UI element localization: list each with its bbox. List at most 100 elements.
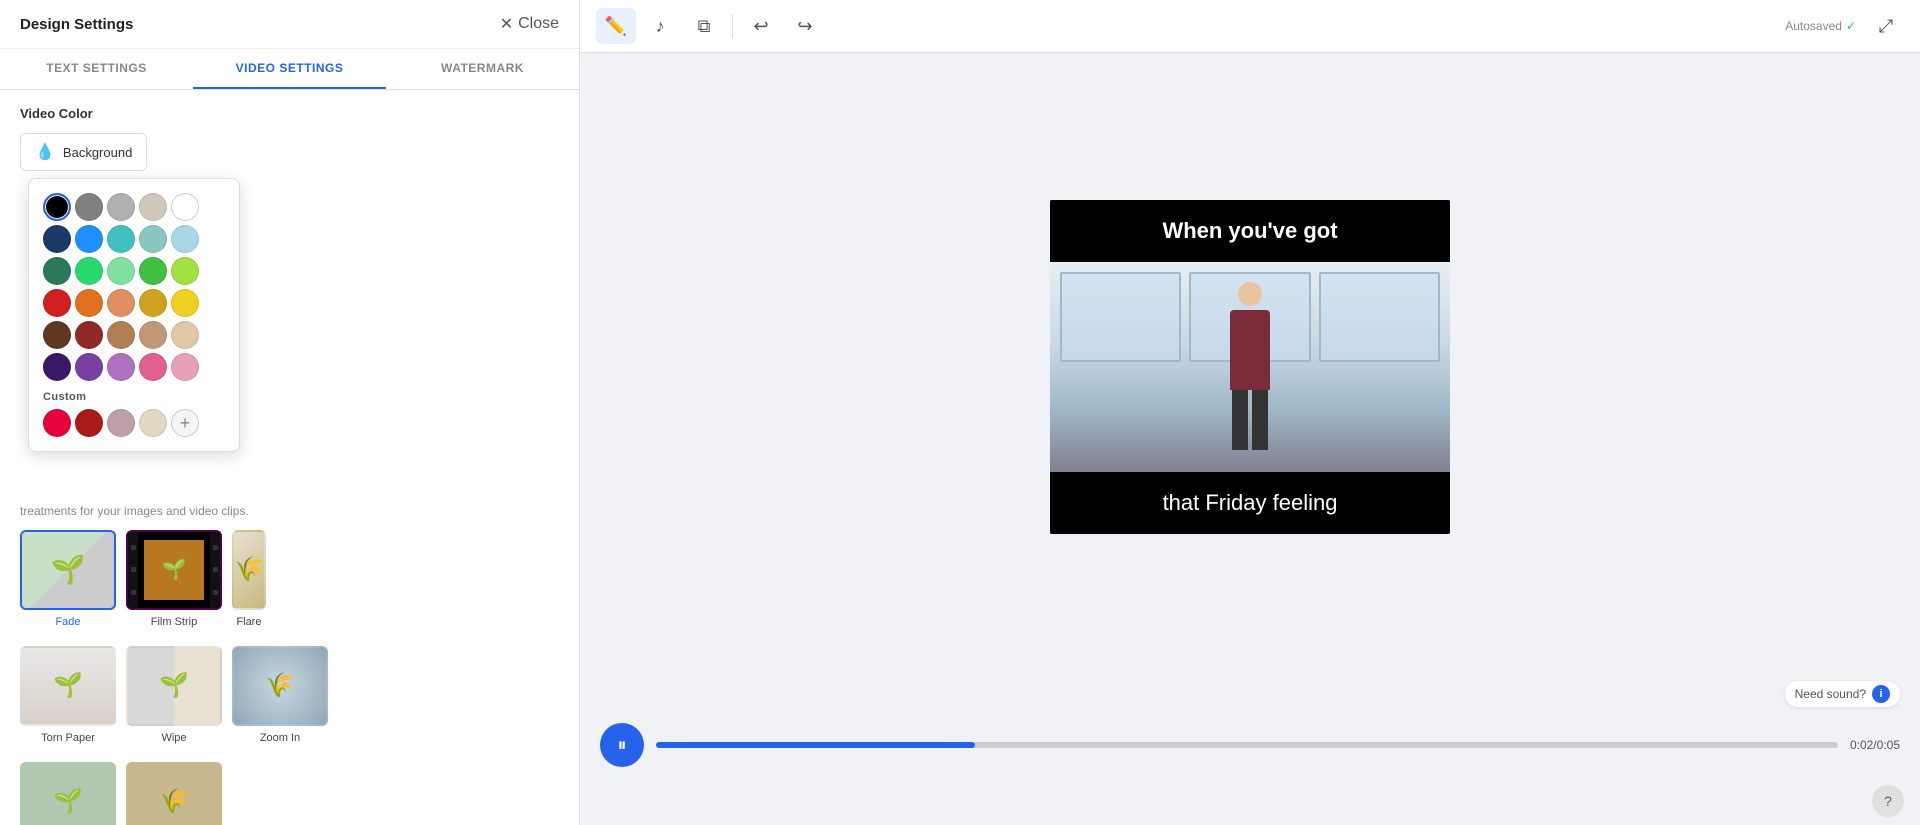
transition-film-strip[interactable]: 🌱 Film Strip: [126, 530, 222, 628]
custom-swatch-4[interactable]: [139, 409, 167, 437]
swatch-yellow[interactable]: [171, 289, 199, 317]
toolbar-left: ✏️ ♪ ⧉ ↩ ↪: [596, 8, 825, 44]
video-preview: When you've got: [1050, 200, 1450, 534]
custom-swatch-3[interactable]: [107, 409, 135, 437]
transition-zoom-in[interactable]: 🌾 Zoom In: [232, 646, 328, 744]
swatch-orange[interactable]: [75, 289, 103, 317]
progress-bar-fill: [656, 742, 975, 748]
close-label: Close: [518, 15, 559, 33]
swatch-navy[interactable]: [43, 225, 71, 253]
external-link-icon: ⤢: [1879, 16, 1893, 37]
zoom-in-label: Zoom In: [260, 732, 300, 744]
undo-button[interactable]: ↩: [741, 8, 781, 44]
help-icon: ?: [1884, 793, 1892, 809]
close-button[interactable]: ✕ Close: [500, 14, 559, 34]
swatch-teal[interactable]: [107, 225, 135, 253]
flare-thumb: 🌾: [232, 530, 266, 610]
swatch-white[interactable]: [171, 193, 199, 221]
swatch-mint[interactable]: [107, 257, 135, 285]
transition-jump-cut[interactable]: 🌱 Jump Cut: [20, 762, 116, 825]
playback-controls: ⏸ 0:02/0:05: [580, 713, 1920, 777]
figure-head: [1238, 282, 1262, 306]
swatch-black[interactable]: [43, 193, 71, 221]
swatch-yellow-green[interactable]: [171, 257, 199, 285]
music-icon: ♪: [656, 16, 665, 37]
swatch-cream[interactable]: [139, 193, 167, 221]
swatch-green[interactable]: [75, 257, 103, 285]
swatch-pink[interactable]: [139, 353, 167, 381]
sound-info-icon[interactable]: i: [1872, 685, 1890, 703]
panel-content: Video Color 💧 Background: [0, 90, 579, 825]
background-label: Background: [63, 145, 132, 160]
swatch-beige[interactable]: [171, 321, 199, 349]
figure-legs: [1210, 390, 1290, 450]
transitions-description: treatments for your images and video cli…: [20, 503, 559, 520]
tab-video-settings[interactable]: VIDEO SETTINGS: [193, 49, 386, 89]
swatch-lightgray[interactable]: [107, 193, 135, 221]
swatch-lime[interactable]: [139, 257, 167, 285]
video-color-title: Video Color: [20, 106, 559, 121]
transition-fade[interactable]: 🌱 Fade: [20, 530, 116, 628]
dropper-icon: 💧: [35, 142, 55, 162]
toolbar-divider: [732, 14, 733, 38]
swatch-darkgreen[interactable]: [43, 257, 71, 285]
person-figure: [1210, 282, 1290, 472]
tab-text-settings[interactable]: TEXT SETTINGS: [0, 49, 193, 89]
swatch-nude[interactable]: [139, 321, 167, 349]
swatch-red[interactable]: [43, 289, 71, 317]
film-plant-icon: 🌱: [162, 557, 187, 582]
flare-plant-icon: 🌾: [234, 555, 264, 584]
redo-button[interactable]: ↪: [785, 8, 825, 44]
figure-left-leg: [1232, 390, 1248, 450]
figure-right-leg: [1252, 390, 1268, 450]
copy-tool-button[interactable]: ⧉: [684, 8, 724, 44]
custom-swatch-1[interactable]: [43, 409, 71, 437]
transition-wipe[interactable]: 🌱 Wipe: [126, 646, 222, 744]
video-top-caption: When you've got: [1050, 200, 1450, 262]
pause-button[interactable]: ⏸: [600, 723, 644, 767]
swatch-lightblue2[interactable]: [139, 225, 167, 253]
swatch-lavender[interactable]: [107, 353, 135, 381]
wipe-label: Wipe: [161, 732, 186, 744]
swatch-brown[interactable]: [43, 321, 71, 349]
preview-panel: ✏️ ♪ ⧉ ↩ ↪ Autosaved ✓ ⤢: [580, 0, 1920, 825]
slide-thumb: 🌾: [126, 762, 222, 825]
music-tool-button[interactable]: ♪: [640, 8, 680, 44]
swatch-amber[interactable]: [139, 289, 167, 317]
pen-tool-button[interactable]: ✏️: [596, 8, 636, 44]
tab-watermark[interactable]: WATERMARK: [386, 49, 579, 89]
swatch-peach[interactable]: [107, 289, 135, 317]
zoom-in-thumb: 🌾: [232, 646, 328, 726]
background-color-button[interactable]: 💧 Background: [20, 133, 147, 171]
progress-bar[interactable]: [656, 742, 1838, 748]
help-button[interactable]: ?: [1872, 785, 1904, 817]
fade-label: Fade: [55, 616, 80, 628]
swatch-tan[interactable]: [107, 321, 135, 349]
transition-slide[interactable]: 🌾 Slide: [126, 762, 222, 825]
transitions-grid-row3: 🌱 Jump Cut 🌾 Slide: [20, 762, 559, 825]
swatch-sky[interactable]: [171, 225, 199, 253]
external-link-button[interactable]: ⤢: [1868, 8, 1904, 44]
zoom-plant-icon: 🌾: [265, 671, 295, 700]
swatch-blue[interactable]: [75, 225, 103, 253]
pen-icon: ✏️: [605, 16, 627, 37]
wipe-plant-icon: 🌱: [159, 671, 189, 700]
swatch-violet[interactable]: [75, 353, 103, 381]
pause-icon: ⏸: [618, 735, 627, 756]
custom-swatch-2[interactable]: [75, 409, 103, 437]
film-strip-label: Film Strip: [151, 616, 197, 628]
wipe-thumb: 🌱: [126, 646, 222, 726]
swatch-darkred[interactable]: [75, 321, 103, 349]
add-custom-color-button[interactable]: +: [171, 409, 199, 437]
transition-torn-paper[interactable]: 🌱 Torn Paper: [20, 646, 116, 744]
transition-flare[interactable]: 🌾 Flare: [232, 530, 266, 628]
fade-plant-icon: 🌱: [51, 553, 86, 586]
swatch-purple[interactable]: [43, 353, 71, 381]
swatch-rose[interactable]: [171, 353, 199, 381]
video-frame: [1050, 262, 1450, 472]
redo-icon: ↪: [797, 16, 812, 37]
film-strip-thumb: 🌱: [126, 530, 222, 610]
swatch-gray[interactable]: [75, 193, 103, 221]
custom-colors-label: Custom: [43, 391, 225, 403]
close-x-icon: ✕: [500, 14, 513, 34]
